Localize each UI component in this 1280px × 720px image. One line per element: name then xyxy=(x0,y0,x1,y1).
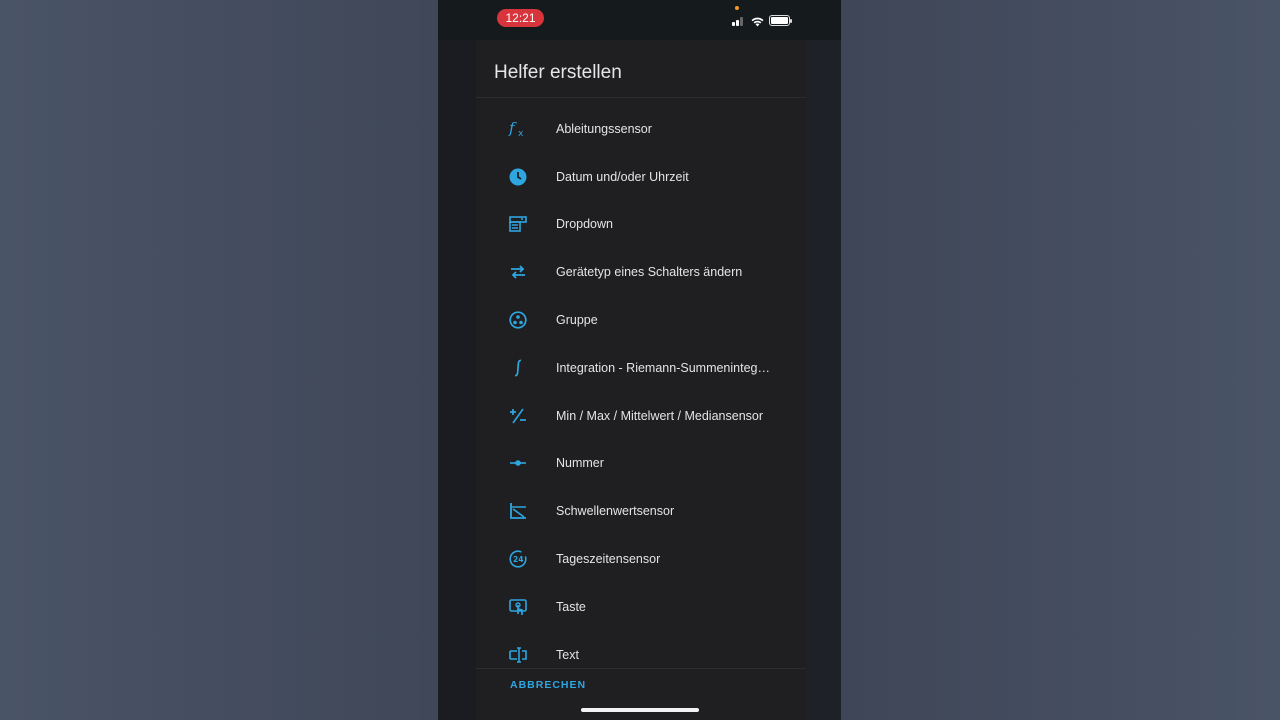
create-helper-dialog: Helfer erstellen fx Ableitungssensor Dat… xyxy=(476,40,806,720)
list-item-dropdown[interactable]: Dropdown xyxy=(476,201,806,249)
list-item-datum-uhrzeit[interactable]: Datum und/oder Uhrzeit xyxy=(476,153,806,201)
list-item-schwellenwert[interactable]: Schwellenwertsensor xyxy=(476,487,806,535)
list-item-label: Taste xyxy=(556,599,586,614)
helper-list: fx Ableitungssensor Datum und/oder Uhrze… xyxy=(476,105,806,679)
backdrop-right xyxy=(806,0,841,720)
svg-text:x: x xyxy=(518,129,524,139)
divider xyxy=(476,97,806,98)
background-left xyxy=(0,0,438,720)
list-item-label: Datum und/oder Uhrzeit xyxy=(556,169,689,184)
svg-text:24: 24 xyxy=(513,555,523,564)
clock-icon xyxy=(508,167,528,187)
dropdown-form-icon xyxy=(508,214,528,234)
status-bar: 12:21 xyxy=(438,0,841,40)
list-item-ableitungssensor[interactable]: fx Ableitungssensor xyxy=(476,105,806,153)
list-item-label: Tageszeitensensor xyxy=(556,552,661,567)
slider-icon xyxy=(508,453,528,473)
home-indicator[interactable] xyxy=(581,708,699,712)
list-item-label: Schwellenwertsensor xyxy=(556,504,675,519)
list-item-tageszeiten[interactable]: 24 Tageszeitensensor xyxy=(476,535,806,583)
list-item-label: Gerätetyp eines Schalters ändern xyxy=(556,265,743,280)
list-item-nummer[interactable]: Nummer xyxy=(476,440,806,488)
wifi-icon xyxy=(751,14,764,32)
list-item-label: Integration - Riemann-Summenintegral… xyxy=(556,360,774,375)
list-item-label: Text xyxy=(556,647,579,662)
text-field-icon xyxy=(508,645,528,665)
list-item-gruppe[interactable]: Gruppe xyxy=(476,296,806,344)
threshold-icon xyxy=(508,501,528,521)
battery-icon xyxy=(769,15,792,26)
list-item-label: Min / Max / Mittelwert / Mediansensor xyxy=(556,408,764,423)
group-circle-icon xyxy=(508,310,528,330)
gesture-tap-button-icon xyxy=(508,597,528,617)
list-item-label: Ableitungssensor xyxy=(556,121,652,136)
cellular-signal-icon xyxy=(732,14,746,26)
cancel-button[interactable]: ABBRECHEN xyxy=(510,679,586,691)
list-item-label: Nummer xyxy=(556,456,604,471)
list-item-taste[interactable]: Taste xyxy=(476,583,806,631)
time-24-icon: 24 xyxy=(508,549,528,569)
list-item-label: Dropdown xyxy=(556,217,613,232)
mic-indicator-dot xyxy=(735,6,739,10)
list-item-label: Gruppe xyxy=(556,313,598,328)
list-item-switch-as-x[interactable]: Gerätetyp eines Schalters ändern xyxy=(476,248,806,296)
status-time: 12:21 xyxy=(497,9,544,27)
list-item-integration[interactable]: Integration - Riemann-Summenintegral… xyxy=(476,344,806,392)
background-right xyxy=(841,0,1280,720)
list-item-min-max[interactable]: Min / Max / Mittelwert / Mediansensor xyxy=(476,392,806,440)
swap-arrows-icon xyxy=(508,262,528,282)
integral-icon xyxy=(508,358,528,378)
backdrop-left xyxy=(438,0,476,720)
dialog-title: Helfer erstellen xyxy=(494,62,622,83)
list-item-text[interactable]: Text xyxy=(476,631,806,679)
function-icon: fx xyxy=(508,119,528,139)
divider xyxy=(476,668,806,669)
plus-minus-icon xyxy=(508,406,528,426)
svg-text:f: f xyxy=(508,119,517,137)
phone-screen: 12:21 Helfer erstellen fx Ableitungssens… xyxy=(438,0,841,720)
